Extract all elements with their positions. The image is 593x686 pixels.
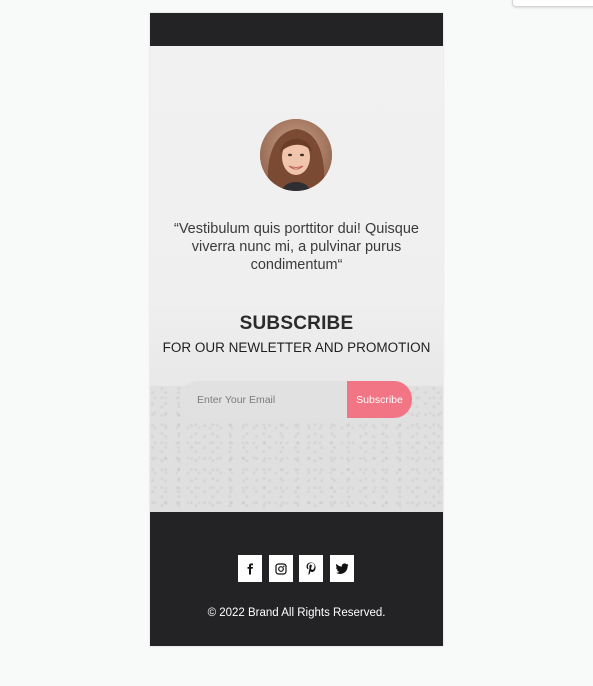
browser-corner-tab	[512, 0, 593, 7]
testimonial-quote: “Vestibulum quis porttitor dui! Quisque …	[173, 221, 419, 273]
hero-section: “Vestibulum quis porttitor dui! Quisque …	[150, 46, 443, 512]
twitter-link[interactable]	[330, 555, 354, 582]
avatar-photo	[260, 119, 332, 191]
instagram-link[interactable]	[269, 555, 293, 582]
pinterest-link[interactable]	[299, 555, 323, 582]
subscribe-caption: FOR OUR NEWLETTER AND PROMOTION	[162, 340, 431, 355]
facebook-link[interactable]	[238, 555, 262, 582]
instagram-icon	[275, 562, 287, 575]
footer: © 2022 Brand All Rights Reserved.	[150, 512, 443, 646]
pinterest-icon	[306, 562, 316, 575]
subscribe-title: SUBSCRIBE	[239, 313, 354, 334]
copyright-text: © 2022 Brand All Rights Reserved.	[207, 607, 386, 619]
avatar	[260, 119, 332, 191]
twitter-icon	[335, 562, 348, 574]
subscribe-button[interactable]: Subscribe	[347, 381, 412, 418]
facebook-icon	[247, 563, 253, 574]
top-bar	[150, 13, 443, 46]
email-input[interactable]	[180, 381, 348, 418]
page-frame: “Vestibulum quis porttitor dui! Quisque …	[150, 13, 443, 646]
subscribe-form: Subscribe	[180, 381, 412, 418]
